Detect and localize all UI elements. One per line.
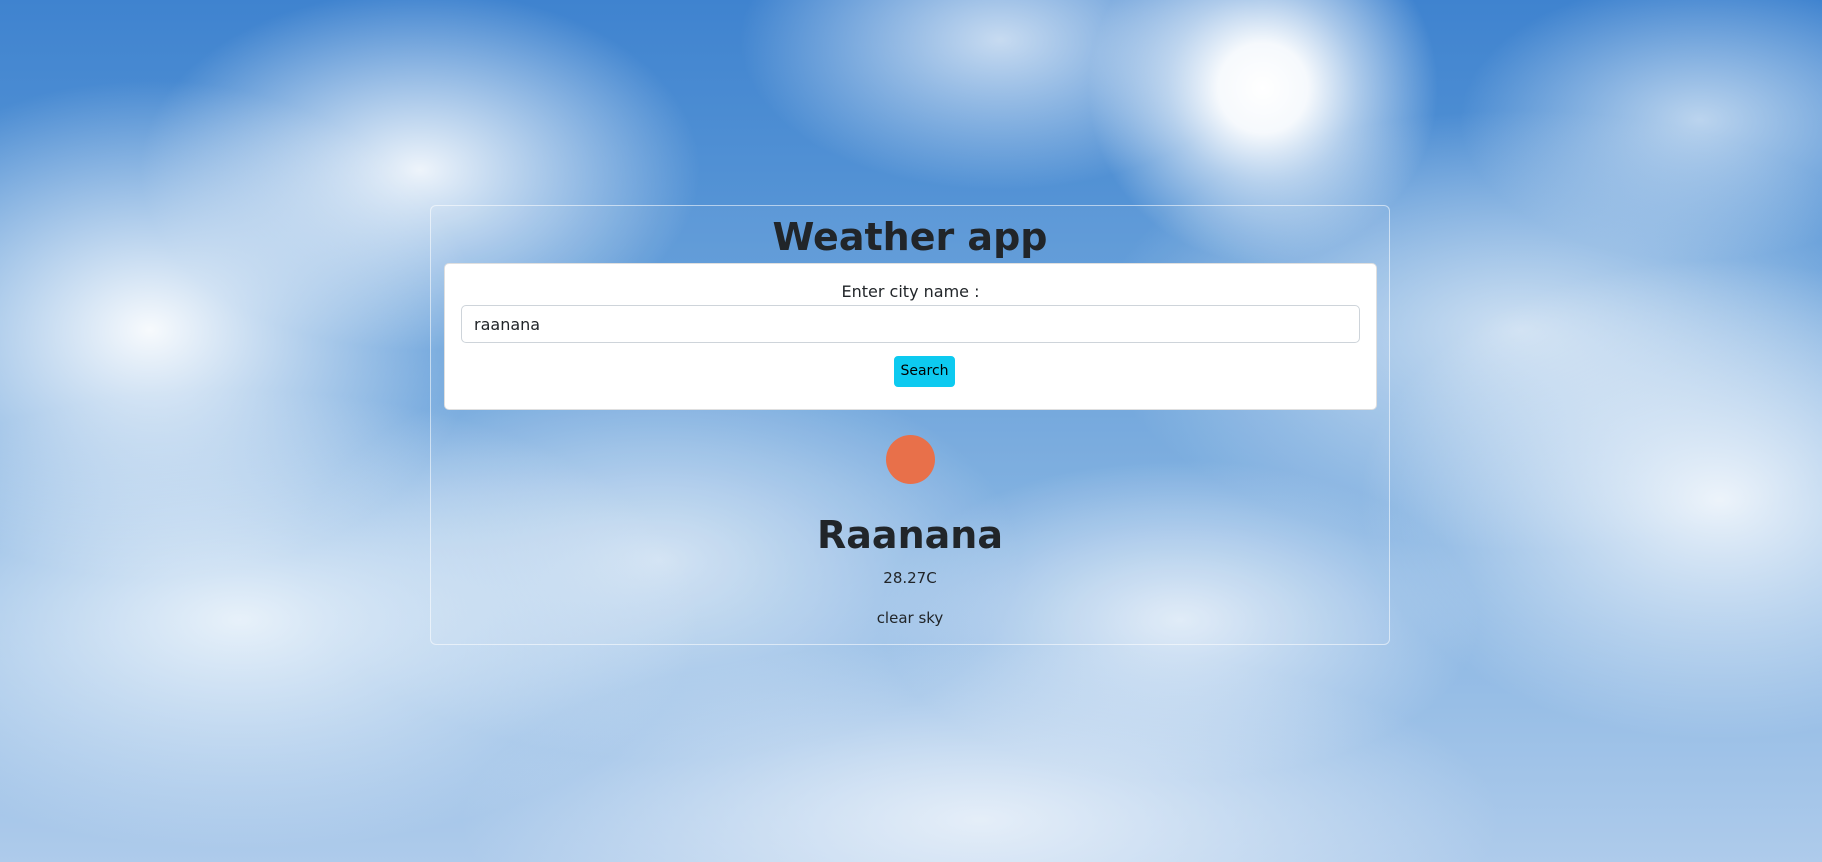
temperature: 28.27C [883, 569, 937, 587]
search-card: Enter city name : Search [444, 263, 1377, 410]
city-name-label: Enter city name : [841, 282, 980, 301]
weather-app-panel: Weather app Enter city name : Search Raa… [430, 205, 1390, 645]
sun-icon [886, 435, 935, 484]
app-title: Weather app [772, 215, 1048, 259]
search-button[interactable]: Search [894, 356, 955, 387]
city-name-input[interactable] [461, 305, 1360, 343]
weather-description: clear sky [876, 609, 944, 627]
city-name: Raanana [817, 513, 1003, 557]
